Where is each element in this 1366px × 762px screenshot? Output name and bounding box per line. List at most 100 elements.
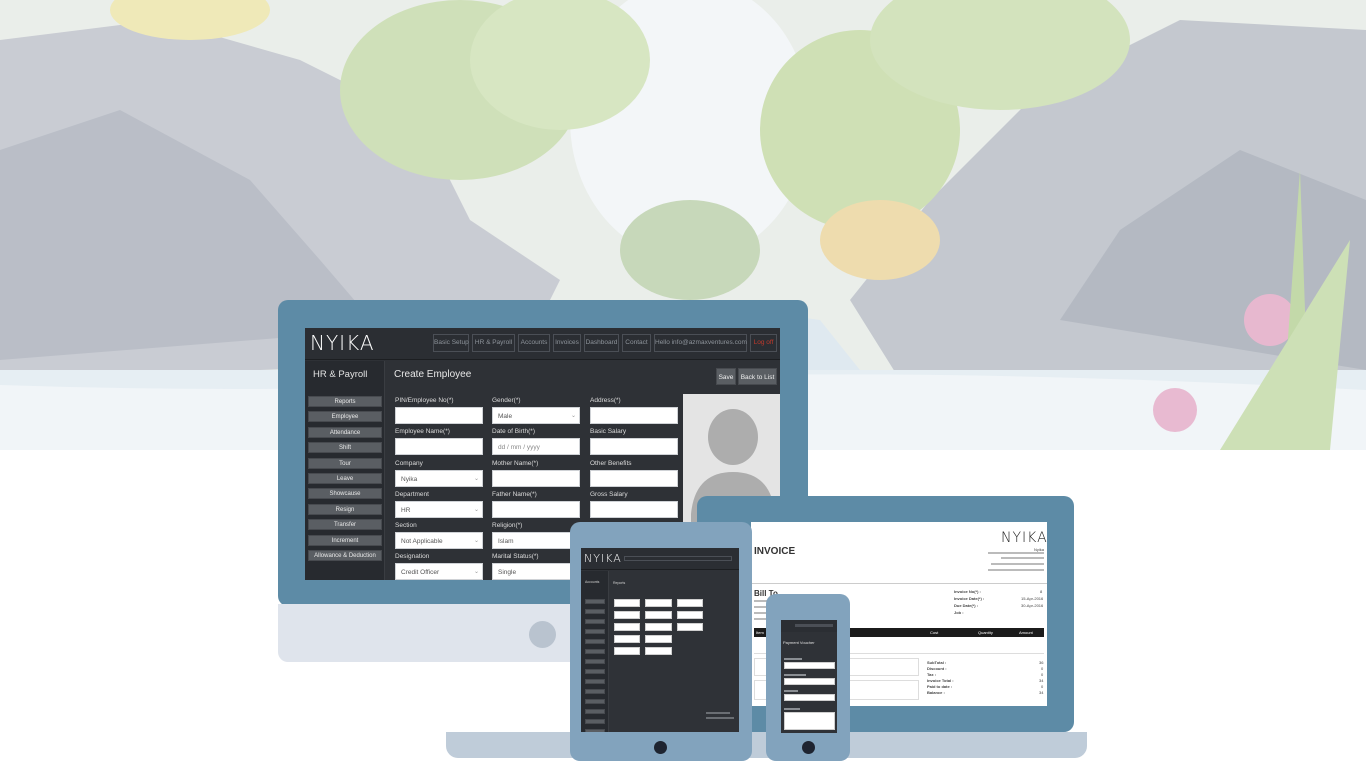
gender-select[interactable]: Male ⌄ [492, 407, 580, 424]
voucher-input[interactable] [784, 678, 835, 685]
nav-log-off[interactable]: Log off [750, 334, 777, 352]
father-name-label: Father Name(*) [492, 491, 537, 498]
sidebar-item[interactable] [585, 719, 605, 724]
monitor-power-button [529, 621, 556, 648]
report-button[interactable] [677, 623, 703, 631]
divider [751, 583, 1047, 584]
sidebar-item-leave[interactable]: Leave [308, 473, 382, 484]
marital-status-select[interactable]: Single [492, 563, 580, 580]
chevron-down-icon: ⌄ [473, 507, 479, 513]
invoice-no-label: Invoice No(*) : [954, 589, 981, 594]
save-button[interactable]: Save [716, 368, 736, 385]
sidebar-item-employee[interactable]: Employee [308, 411, 382, 422]
sidebar-item[interactable] [585, 599, 605, 604]
gender-label: Gender(*) [492, 397, 521, 404]
pin-input[interactable] [395, 407, 483, 424]
sidebar-item[interactable] [585, 659, 605, 664]
sidebar-item-allowance-deduction[interactable]: Allowance & Deduction [308, 550, 382, 561]
sidebar-item-reports[interactable]: Reports [308, 396, 382, 407]
nav-contact[interactable]: Contact [622, 334, 651, 352]
company-value: Nyika [401, 476, 418, 483]
chevron-down-icon: ⌄ [570, 413, 576, 419]
nav-basic-setup[interactable]: Basic Setup [433, 334, 469, 352]
report-button[interactable] [614, 647, 640, 655]
sidebar-item[interactable] [585, 639, 605, 644]
tablet-home-button [654, 741, 667, 754]
report-button[interactable] [614, 599, 640, 607]
sidebar-item-increment[interactable]: Increment [308, 535, 382, 546]
sidebar-item-resign[interactable]: Resign [308, 504, 382, 515]
sidebar-item[interactable] [585, 679, 605, 684]
invoice-no-value: 8 [1040, 589, 1043, 594]
voucher-input[interactable] [784, 662, 835, 669]
voucher-textarea[interactable] [784, 712, 835, 730]
sidebar: HR & Payroll Reports Employee Attendance… [305, 361, 385, 580]
father-name-input[interactable] [492, 501, 580, 518]
nav-user-email[interactable]: Hello info@azmaxventures.com [654, 334, 747, 352]
sidebar-item-tour[interactable]: Tour [308, 458, 382, 469]
designation-select[interactable]: Credit Officer ⌄ [395, 563, 483, 580]
report-button[interactable] [645, 635, 672, 643]
voucher-input[interactable] [784, 694, 835, 701]
address-input[interactable] [590, 407, 678, 424]
dob-input[interactable]: dd / mm / yyyy [492, 438, 580, 455]
employee-name-input[interactable] [395, 438, 483, 455]
mother-name-input[interactable] [492, 470, 580, 487]
marital-status-label: Marital Status(*) [492, 553, 539, 560]
column-cost: Cost [930, 630, 939, 635]
section-select[interactable]: Not Applicable ⌄ [395, 532, 483, 549]
nav-accounts[interactable]: Accounts [518, 334, 550, 352]
sidebar-item-showcause[interactable]: Showcause [308, 488, 382, 499]
department-label: Department [395, 491, 429, 498]
gross-salary-input[interactable] [590, 501, 678, 518]
sidebar-item-shift[interactable]: Shift [308, 442, 382, 453]
sidebar-item-attendance[interactable]: Attendance [308, 427, 382, 438]
report-button[interactable] [614, 635, 640, 643]
chevron-down-icon: ⌄ [473, 538, 479, 544]
sidebar-item[interactable] [585, 689, 605, 694]
company-select[interactable]: Nyika ⌄ [395, 470, 483, 487]
sidebar-item[interactable] [585, 629, 605, 634]
tax-label: Tax : [927, 672, 937, 677]
department-select[interactable]: HR ⌄ [395, 501, 483, 518]
sidebar-item[interactable] [585, 609, 605, 614]
sidebar-item[interactable] [585, 709, 605, 714]
report-button[interactable] [645, 599, 672, 607]
nav-dashboard[interactable]: Dashboard [584, 334, 619, 352]
nav-invoices[interactable]: Invoices [553, 334, 581, 352]
company-phone-line [1001, 557, 1044, 559]
report-button[interactable] [645, 647, 672, 655]
company-email-line [991, 563, 1044, 565]
company-tax-line [988, 569, 1044, 571]
column-item: Item [756, 630, 764, 635]
report-button[interactable] [614, 611, 640, 619]
pin-label: PIN/Employee No(*) [395, 397, 454, 404]
report-button[interactable] [677, 611, 703, 619]
sidebar-item[interactable] [585, 619, 605, 624]
other-benefits-label: Other Benefits [590, 460, 632, 467]
footer-line [706, 717, 734, 719]
tablet-header: NYIKA [581, 548, 739, 570]
sidebar-item[interactable] [585, 669, 605, 674]
invoice-date-value: 15-Apr-2016 [1021, 596, 1044, 601]
report-button[interactable] [645, 623, 672, 631]
other-benefits-input[interactable] [590, 470, 678, 487]
field-label [784, 708, 800, 710]
report-button[interactable] [645, 611, 672, 619]
sidebar-item[interactable] [585, 699, 605, 704]
nav-hr-payroll[interactable]: HR & Payroll [472, 334, 515, 352]
basic-salary-input[interactable] [590, 438, 678, 455]
phone-nav[interactable] [795, 624, 833, 627]
address-label: Address(*) [590, 397, 621, 404]
report-button[interactable] [614, 623, 640, 631]
tablet-nav[interactable] [624, 556, 732, 561]
sidebar-item-transfer[interactable]: Transfer [308, 519, 382, 530]
tax-value: 0 [1041, 672, 1044, 677]
nyika-logo: NYIKA [1001, 530, 1047, 546]
religion-select[interactable]: Islam [492, 532, 580, 549]
company-label: Company [395, 460, 423, 467]
back-to-list-button[interactable]: Back to List [738, 368, 777, 385]
sidebar-item[interactable] [585, 729, 605, 732]
sidebar-item[interactable] [585, 649, 605, 654]
report-button[interactable] [677, 599, 703, 607]
